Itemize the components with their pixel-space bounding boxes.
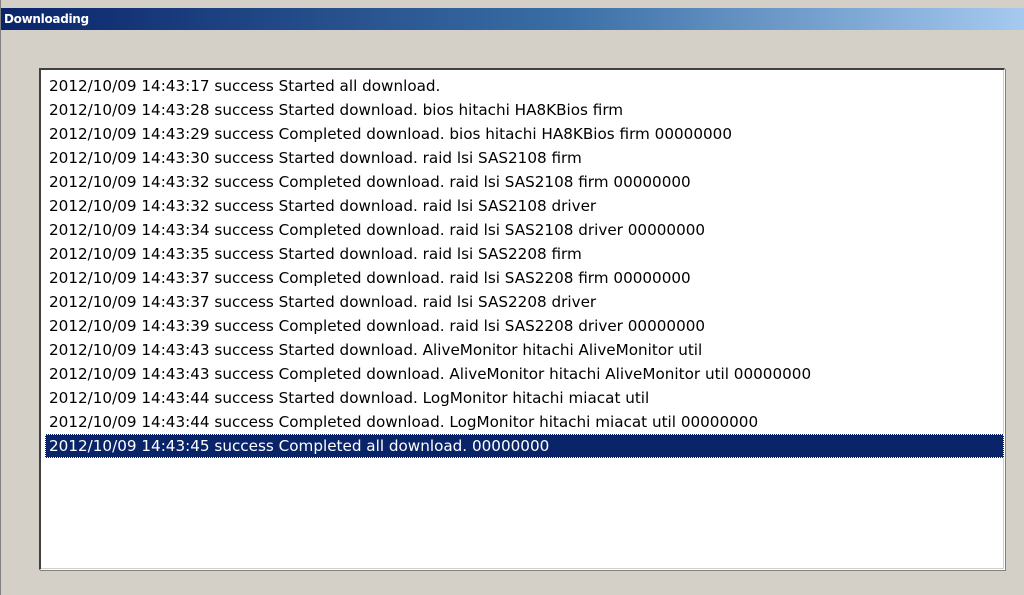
log-entry[interactable]: 2012/10/09 14:43:34 success Completed do… bbox=[45, 218, 1004, 242]
log-entry[interactable]: 2012/10/09 14:43:37 success Started down… bbox=[45, 290, 1004, 314]
download-log-listbox[interactable]: 2012/10/09 14:43:17 success Started all … bbox=[39, 68, 1005, 570]
window-title: Downloading bbox=[4, 12, 89, 26]
log-entry[interactable]: 2012/10/09 14:43:37 success Completed do… bbox=[45, 266, 1004, 290]
log-entry[interactable]: 2012/10/09 14:43:28 success Started down… bbox=[45, 98, 1004, 122]
log-entry-selected[interactable]: 2012/10/09 14:43:45 success Completed al… bbox=[45, 434, 1004, 458]
log-entry[interactable]: 2012/10/09 14:43:30 success Started down… bbox=[45, 146, 1004, 170]
log-entry[interactable]: 2012/10/09 14:43:29 success Completed do… bbox=[45, 122, 1004, 146]
download-window: Downloading 2012/10/09 14:43:17 success … bbox=[0, 0, 1024, 595]
log-entry[interactable]: 2012/10/09 14:43:44 success Completed do… bbox=[45, 410, 1004, 434]
log-entry[interactable]: 2012/10/09 14:43:43 success Started down… bbox=[45, 338, 1004, 362]
log-entry[interactable]: 2012/10/09 14:43:44 success Started down… bbox=[45, 386, 1004, 410]
download-log-list: 2012/10/09 14:43:17 success Started all … bbox=[45, 74, 1004, 458]
window-top-strip bbox=[1, 0, 1024, 8]
log-entry[interactable]: 2012/10/09 14:43:17 success Started all … bbox=[45, 74, 1004, 98]
window-titlebar[interactable]: Downloading bbox=[1, 8, 1024, 30]
log-entry[interactable]: 2012/10/09 14:43:32 success Started down… bbox=[45, 194, 1004, 218]
log-entry[interactable]: 2012/10/09 14:43:43 success Completed do… bbox=[45, 362, 1004, 386]
log-entry[interactable]: 2012/10/09 14:43:35 success Started down… bbox=[45, 242, 1004, 266]
log-entry[interactable]: 2012/10/09 14:43:32 success Completed do… bbox=[45, 170, 1004, 194]
log-entry[interactable]: 2012/10/09 14:43:39 success Completed do… bbox=[45, 314, 1004, 338]
